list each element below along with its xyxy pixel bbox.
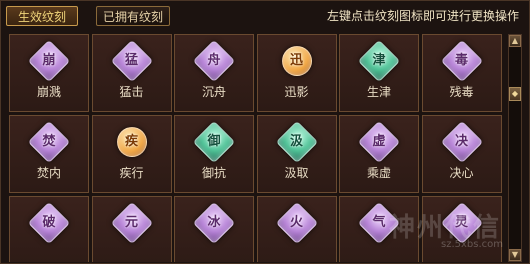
instruction-text: 左键点击纹刻图标即可进行更换操作	[326, 9, 519, 23]
engraving-slot[interactable]: 决决心	[421, 115, 502, 193]
engraving-glyph: 火	[289, 215, 303, 230]
watermark-url: sz.5xbs.com	[441, 239, 504, 250]
up-arrow-icon[interactable]: ▲	[509, 35, 521, 47]
engraving-label: 迅影	[284, 85, 309, 99]
engraving-slot[interactable]: 疾疾行	[91, 115, 172, 193]
engraving-slot[interactable]: 破	[9, 196, 89, 262]
engraving-icon[interactable]: 疾	[110, 120, 154, 164]
engraving-slot[interactable]: 猛猛击	[91, 34, 172, 112]
engraving-slot[interactable]: 冰	[174, 196, 254, 262]
engraving-label: 崩溅	[36, 85, 61, 99]
engraving-label: 决心	[449, 166, 474, 180]
engraving-glyph: 焚	[42, 134, 56, 149]
down-arrow-icon[interactable]: ▼	[509, 249, 521, 261]
engraving-slot[interactable]: 焚焚内	[9, 115, 89, 193]
engraving-slot[interactable]: 虚乘虚	[339, 115, 419, 193]
engraving-label: 汲取	[284, 166, 309, 180]
engraving-glyph: 迅	[289, 53, 303, 68]
engraving-icon[interactable]: 火	[275, 201, 319, 245]
engraving-label: 御抗	[201, 166, 226, 180]
engraving-glyph: 疾	[124, 134, 138, 149]
engraving-icon[interactable]: 决	[440, 120, 484, 164]
engraving-slot[interactable]: 御御抗	[174, 115, 254, 193]
engraving-icon[interactable]: 猛	[110, 39, 154, 83]
engraving-glyph: 破	[42, 215, 56, 230]
engraving-icon[interactable]: 津	[357, 39, 401, 83]
engraving-icon[interactable]: 毒	[440, 39, 484, 83]
engraving-icon[interactable]: 破	[27, 201, 71, 245]
engraving-glyph: 元	[124, 215, 138, 230]
engraving-glyph: 御	[207, 134, 221, 149]
engraving-slot[interactable]: 汲汲取	[256, 115, 337, 193]
engraving-slot[interactable]: 迅迅影	[256, 34, 337, 112]
engraving-label: 焚内	[36, 166, 61, 180]
engraving-glyph: 猛	[124, 53, 138, 68]
engraving-slot[interactable]: 毒残毒	[421, 34, 502, 112]
engraving-label: 疾行	[119, 166, 144, 180]
engraving-glyph: 津	[372, 53, 386, 68]
engraving-icon[interactable]: 迅	[275, 39, 319, 83]
engraving-icon[interactable]: 汲	[275, 120, 319, 164]
scrollbar[interactable]: ▲ ◆ ▼	[508, 34, 522, 262]
engraving-icon[interactable]: 御	[192, 120, 236, 164]
engraving-label: 乘虚	[366, 166, 391, 180]
engraving-glyph: 决	[454, 134, 468, 149]
engraving-glyph: 崩	[42, 53, 56, 68]
engraving-label: 残毒	[449, 85, 474, 99]
engraving-slot[interactable]: 元	[91, 196, 172, 262]
engraving-glyph: 毒	[454, 53, 468, 68]
engraving-label: 沉舟	[201, 85, 226, 99]
engraving-glyph: 虚	[372, 134, 386, 149]
engraving-icon[interactable]: 冰	[192, 201, 236, 245]
engraving-glyph: 汲	[289, 134, 303, 149]
engraving-icon[interactable]: 虚	[357, 120, 401, 164]
engraving-slot[interactable]: 津生津	[339, 34, 419, 112]
engraving-icon[interactable]: 崩	[27, 39, 71, 83]
engraving-slot[interactable]: 舟沉舟	[174, 34, 254, 112]
engraving-label: 猛击	[119, 85, 144, 99]
engraving-icon[interactable]: 焚	[27, 120, 71, 164]
engraving-glyph: 舟	[207, 53, 221, 68]
engraving-icon[interactable]: 元	[110, 201, 154, 245]
engraving-slot[interactable]: 崩崩溅	[9, 34, 89, 112]
window-frame: 生效纹刻 已拥有纹刻 左键点击纹刻图标即可进行更换操作 崩崩溅猛猛击舟沉舟迅迅影…	[0, 0, 530, 264]
engraving-label: 生津	[366, 85, 391, 99]
engraving-glyph: 冰	[207, 215, 221, 230]
engraving-slot[interactable]: 火	[256, 196, 337, 262]
tab-active-engravings[interactable]: 生效纹刻	[6, 6, 78, 26]
scroll-thumb[interactable]: ◆	[509, 87, 521, 101]
engraving-icon[interactable]: 舟	[192, 39, 236, 83]
tab-owned-engravings[interactable]: 已拥有纹刻	[96, 6, 170, 26]
